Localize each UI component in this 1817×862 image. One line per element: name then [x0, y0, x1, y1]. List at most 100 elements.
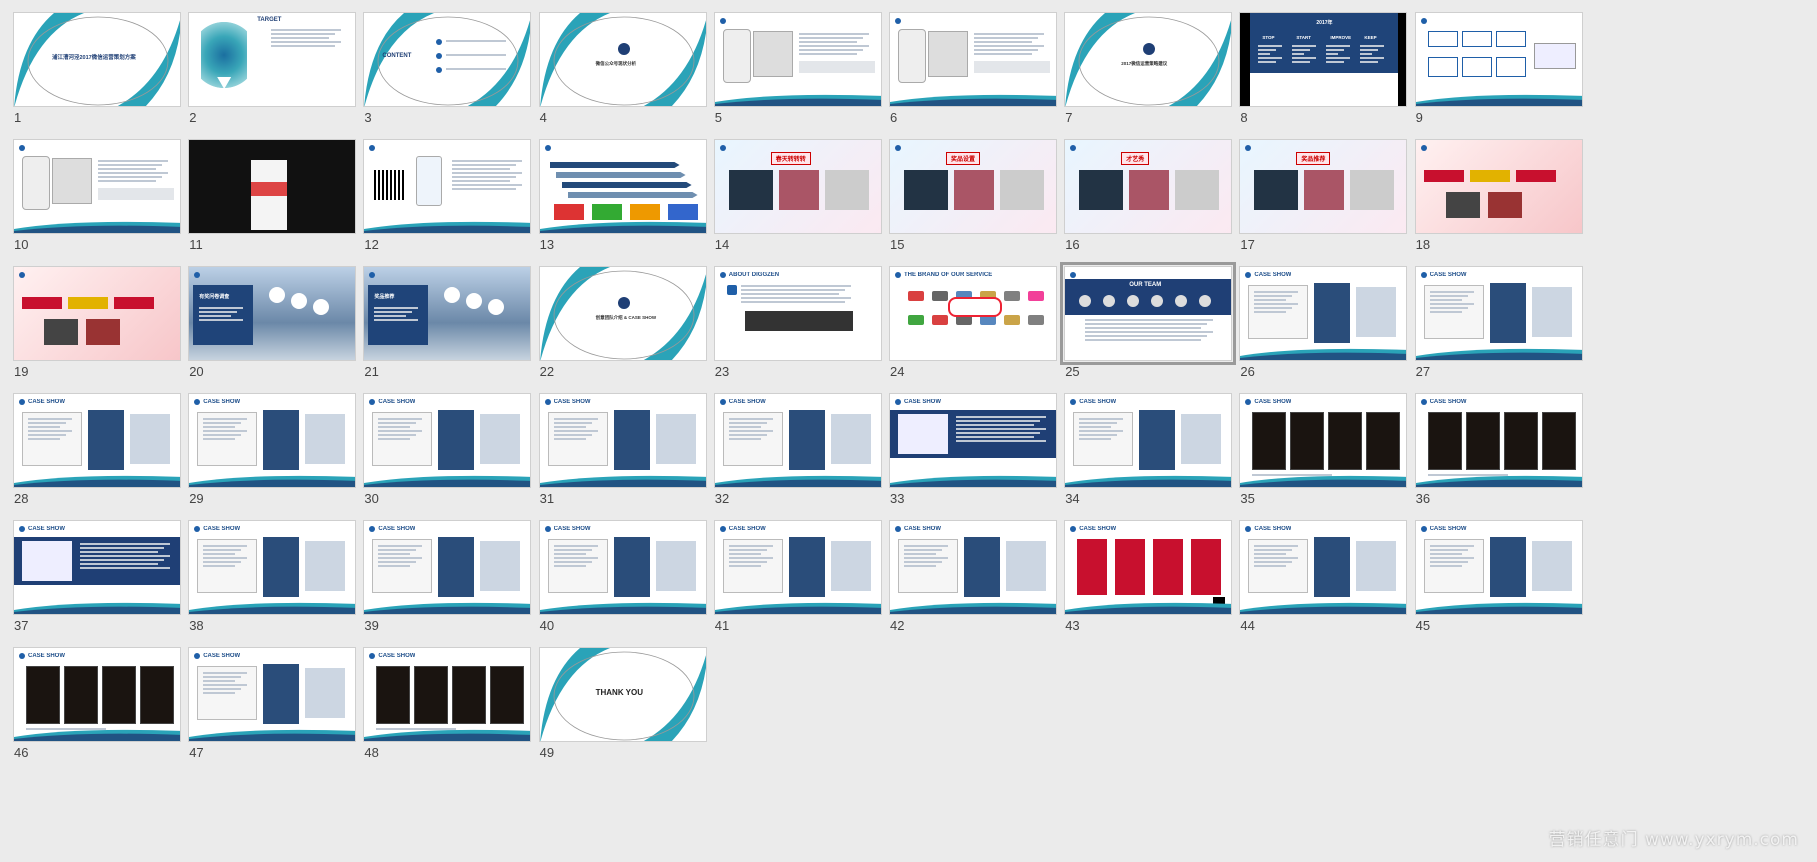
slide-thumbnail-23[interactable]: ABOUT DIGGZEN [713, 266, 882, 361]
slide-thumbnail-29[interactable]: CASE SHOW [188, 393, 357, 488]
timeline-bar [561, 182, 692, 188]
text-line [378, 553, 411, 555]
footer-wave [14, 475, 180, 487]
slide-header: CASE SHOW [194, 525, 240, 533]
slide-thumbnail-42[interactable]: CASE SHOW [889, 520, 1057, 615]
footer-wave [890, 475, 1056, 487]
slide-title: CASE SHOW [378, 399, 416, 405]
slide-thumbnail-2[interactable]: TARGET [188, 12, 357, 107]
slide-thumbnail-12[interactable] [363, 139, 532, 234]
slide-thumbnail-27[interactable]: CASE SHOW [1414, 266, 1583, 361]
screenshot [305, 414, 346, 464]
slide-thumbnail-45[interactable]: CASE SHOW [1414, 520, 1583, 615]
slide-number: 34 [1065, 491, 1080, 506]
slide-thumbnail-49[interactable]: THANK YOU [538, 647, 707, 742]
logo-icon [1420, 18, 1427, 24]
text-line [1254, 307, 1293, 309]
slide-thumbnail-34[interactable]: CASE SHOW [1064, 393, 1233, 488]
slide-title: 2017年 [1316, 20, 1333, 26]
slide-thumbnail-47[interactable]: CASE SHOW [188, 647, 357, 742]
slide-thumbnail-1[interactable]: 浦江漕河泾2017微信运营策划方案 [13, 12, 181, 107]
slide-thumbnail-19[interactable] [13, 266, 181, 361]
slide-thumbnail-36[interactable]: CASE SHOW [1414, 393, 1583, 488]
slide-thumbnail-46[interactable]: CASE SHOW [13, 647, 181, 742]
slide-thumbnail-44[interactable]: CASE SHOW [1239, 520, 1408, 615]
slide-thumbnail-24[interactable]: THE BRAND OF OUR SERVICE [889, 266, 1057, 361]
screenshot [1531, 541, 1572, 591]
slide-thumbnail-16[interactable]: 才艺秀 [1064, 139, 1233, 234]
text-line [553, 553, 586, 555]
swoosh-decoration [1065, 13, 1232, 106]
slide-thumbnail-38[interactable]: CASE SHOW [188, 520, 357, 615]
slide-thumbnail-10[interactable] [13, 139, 181, 234]
text-line [374, 319, 419, 321]
footer-wave [1415, 94, 1582, 106]
slide-thumbnail-39[interactable]: CASE SHOW [363, 520, 532, 615]
slide-thumbnail-18[interactable] [1414, 139, 1583, 234]
slide-thumbnail-26[interactable]: CASE SHOW [1239, 266, 1408, 361]
text-line [28, 438, 60, 440]
text-line [203, 430, 248, 432]
slide-thumbnail-11[interactable] [188, 139, 357, 234]
slide-header: CASE SHOW [194, 398, 240, 406]
phone-mockup [416, 156, 443, 206]
slide-thumbnail-14[interactable]: 春天转转转 [713, 139, 882, 234]
slide-thumbnail-15[interactable]: 奖品设置 [889, 139, 1057, 234]
text-line [553, 434, 592, 436]
slide-thumbnail-17[interactable]: 奖品推荐 [1239, 139, 1408, 234]
timeline-bar [555, 172, 686, 178]
poster [1153, 539, 1184, 595]
slide-number: 30 [364, 491, 379, 506]
slide-thumbnail-28[interactable]: CASE SHOW [13, 393, 181, 488]
slide-thumbnail-cell: CASE SHOW 36 [1402, 381, 1583, 511]
slide-thumbnail-13[interactable] [538, 139, 707, 234]
text-line [553, 545, 598, 547]
slide-thumbnail-40[interactable]: CASE SHOW [538, 520, 707, 615]
text-line [80, 563, 158, 565]
slide-thumbnail-32[interactable]: CASE SHOW [713, 393, 882, 488]
logo-icon [369, 145, 376, 151]
slide-thumbnail-48[interactable]: CASE SHOW [363, 647, 532, 742]
column-label: STOP [1262, 35, 1275, 40]
text-line [452, 168, 511, 170]
text-line [1254, 311, 1287, 313]
slide-thumbnail-31[interactable]: CASE SHOW [538, 393, 707, 488]
slide-thumbnail-41[interactable]: CASE SHOW [713, 520, 882, 615]
slide-thumbnail-cell: CASE SHOW 43 [1051, 508, 1233, 638]
text-line [798, 45, 869, 47]
slide-thumbnail-43[interactable]: CASE SHOW [1064, 520, 1233, 615]
screenshot [1314, 283, 1351, 343]
text-line [203, 565, 236, 567]
slide-thumbnail-5[interactable] [713, 12, 882, 107]
column-label: START [1296, 35, 1312, 40]
slide-thumbnail-7[interactable]: 2017微信运营策略建议 [1064, 12, 1233, 107]
slide-title: CASE SHOW [1254, 526, 1292, 532]
slide-thumbnail-33[interactable]: CASE SHOW [889, 393, 1057, 488]
slide-thumbnail-3[interactable]: CONTENT [363, 12, 532, 107]
section-icon [617, 297, 630, 309]
slide-sorter-grid: 浦江漕河泾2017微信运营策划方案 1 TARGET 2 CONTENT 3 微信公众号现状… [0, 0, 1817, 862]
slide-thumbnail-25[interactable]: OUR TEAM [1060, 262, 1237, 365]
slide-thumbnail-4[interactable]: 微信公众号现状分析 [538, 12, 707, 107]
slide-thumbnail-37[interactable]: CASE SHOW [13, 520, 181, 615]
slide-thumbnail-8[interactable]: 2017年 STOP START IMPROVE KEEP [1239, 12, 1408, 107]
slide-title: 才艺秀 [1121, 152, 1150, 165]
poster [1541, 412, 1576, 470]
slide-thumbnail-cell: 创意团队介绍 & CASE SHOW 22 [526, 254, 707, 384]
slide-thumbnail-6[interactable] [889, 12, 1057, 107]
text-line [378, 565, 411, 567]
slide-thumbnail-22[interactable]: 创意团队介绍 & CASE SHOW [538, 266, 707, 361]
slide-thumbnail-9[interactable] [1414, 12, 1583, 107]
slide-thumbnail-21[interactable]: 奖品推荐 [363, 266, 532, 361]
screenshot [1489, 283, 1526, 343]
slide-title: CASE SHOW [1254, 399, 1292, 405]
text-line [1292, 57, 1317, 59]
screenshot [788, 410, 825, 470]
text-line [452, 172, 523, 174]
screenshot [898, 414, 948, 454]
slide-thumbnail-30[interactable]: CASE SHOW [363, 393, 532, 488]
slide-thumbnail-35[interactable]: CASE SHOW [1239, 393, 1408, 488]
slide-header: ABOUT DIGGZEN [719, 271, 779, 279]
text-line [1429, 545, 1474, 547]
slide-thumbnail-20[interactable]: 有奖问卷调查 [188, 266, 357, 361]
